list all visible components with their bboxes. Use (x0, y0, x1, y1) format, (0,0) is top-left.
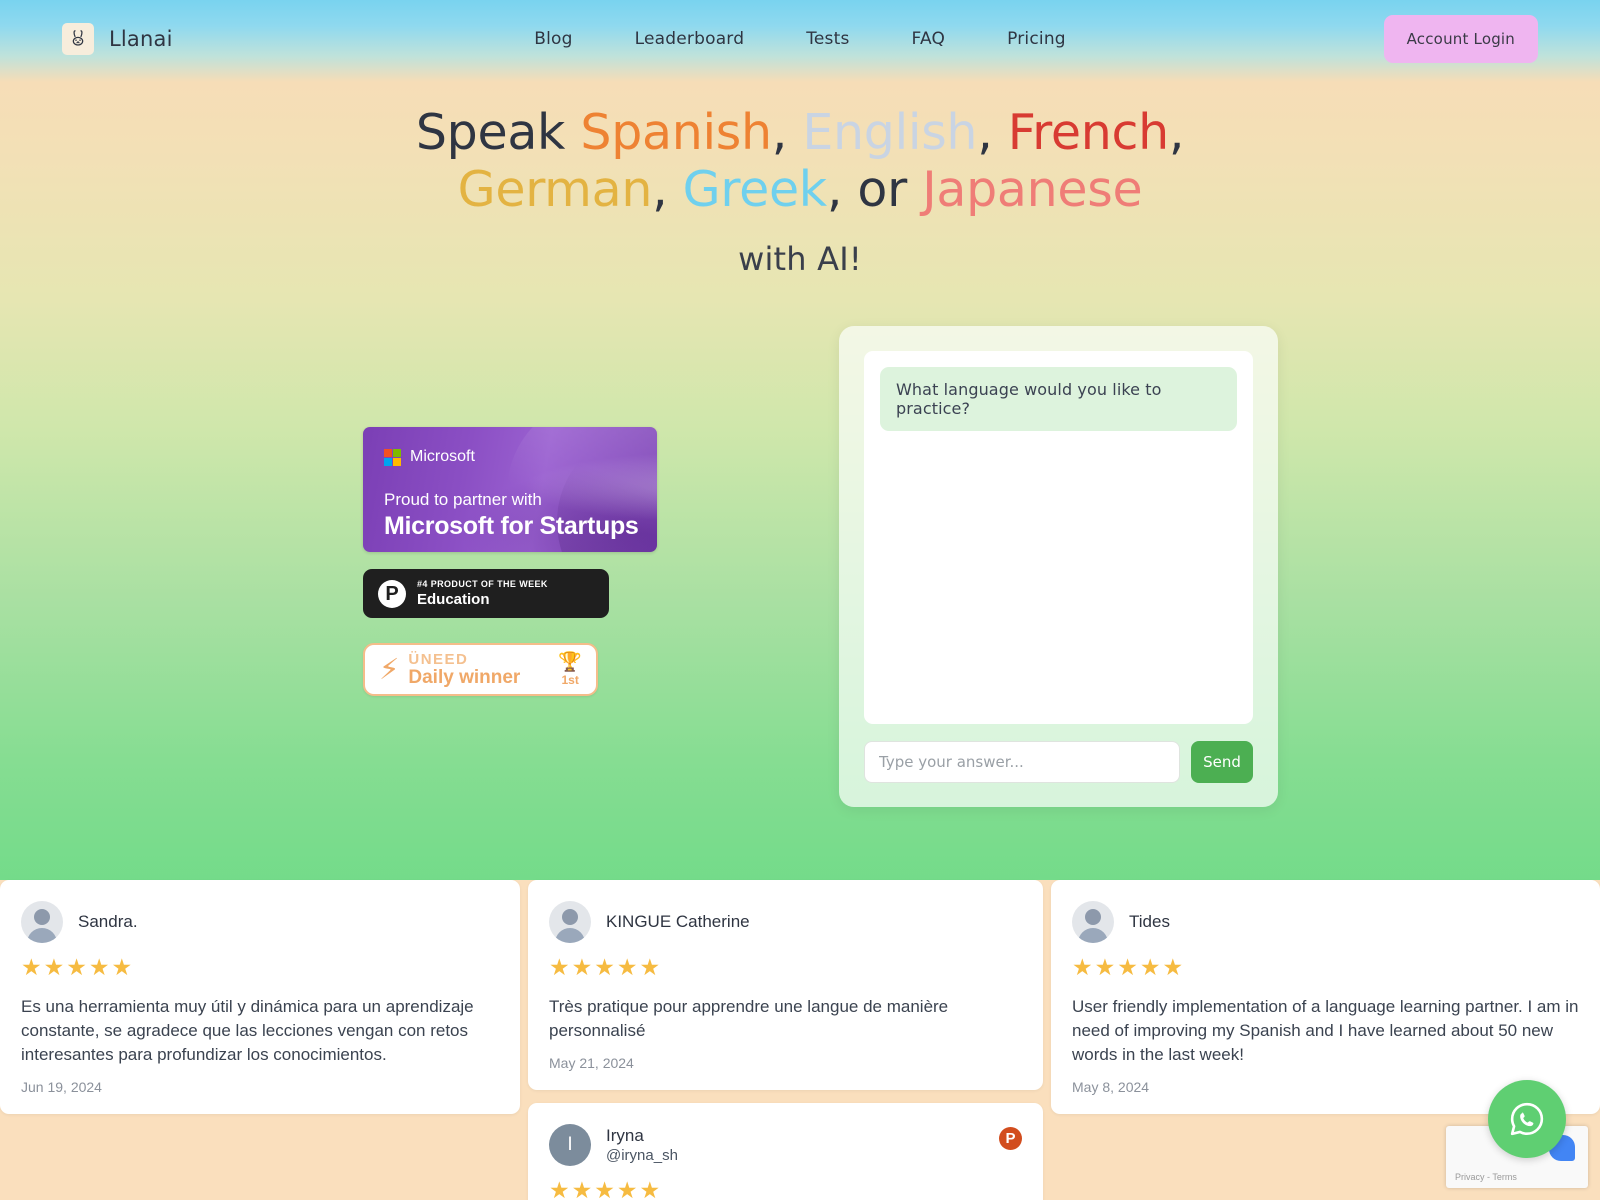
testimonial-date: May 21, 2024 (549, 1055, 634, 1071)
headline-line-1: Speak Spanish, English, French, (415, 104, 1185, 161)
default-avatar-icon (21, 901, 63, 943)
top-navbar: Llanai Blog Leaderboard Tests FAQ Pricin… (0, 0, 1600, 78)
nav-link-faq[interactable]: FAQ (912, 29, 946, 49)
nav-links: Blog Leaderboard Tests FAQ Pricing (534, 29, 1066, 49)
uneed-rank: 1st (561, 672, 579, 687)
testimonial-header: Sandra. (21, 901, 499, 943)
product-hunt-texts: #4 PRODUCT OF THE WEEK Education (417, 579, 548, 608)
brand-logo-link[interactable]: Llanai (62, 23, 173, 55)
chat-input-row: Send (864, 741, 1253, 783)
product-hunt-badge[interactable]: P #4 PRODUCT OF THE WEEK Education (363, 569, 609, 618)
headline-lang-french: French (1007, 104, 1169, 161)
uneed-wordmark: ÜNEED (408, 650, 469, 668)
default-avatar-icon (1072, 901, 1114, 943)
headline-connector: or (842, 161, 923, 218)
testimonial-body: Très pratique pour apprendre une langue … (549, 997, 949, 1040)
microsoft-tagline: Proud to partner with (384, 490, 542, 509)
chat-message-log: What language would you like to practice… (864, 351, 1253, 724)
microsoft-logo-icon (384, 448, 401, 466)
product-hunt-category: Education (417, 591, 490, 608)
star-rating: ★★★★★ (21, 955, 135, 981)
headline-lang-greek: Greek (682, 161, 828, 218)
testimonial-card: Tides ★★★★★ User friendly implementation… (1051, 880, 1600, 1114)
microsoft-title: Microsoft for Startups (384, 512, 639, 540)
default-avatar-icon (549, 901, 591, 943)
testimonial-card: KINGUE Catherine ★★★★★ Très pratique pou… (528, 880, 1043, 1090)
microsoft-wordmark-row: Microsoft (384, 448, 475, 466)
testimonial-header: I Iryna @iryna_sh (549, 1124, 1022, 1166)
testimonial-header: Tides (1072, 901, 1579, 943)
headline-comma-2: , (977, 104, 1008, 161)
trophy-icon: 🏆 (558, 650, 582, 673)
testimonials-section: Sandra. ★★★★★ Es una herramienta muy úti… (0, 880, 1600, 1200)
testimonial-author: KINGUE Catherine (606, 912, 750, 931)
page-title: Speak Spanish, English, French, German, … (0, 104, 1600, 218)
star-rating: ★★★★★ (1072, 955, 1186, 981)
chat-send-button[interactable]: Send (1191, 741, 1253, 783)
microsoft-for-startups-badge[interactable]: Microsoft Proud to partner with Microsof… (363, 427, 657, 552)
uneed-title: Daily winner (408, 666, 521, 688)
headline-comma-1: , (771, 104, 803, 161)
uneed-texts: ÜNEED Daily winner (408, 651, 558, 689)
testimonial-card: P I Iryna @iryna_sh ★★★★★ Having an AI l… (528, 1103, 1043, 1200)
testimonial-date: Jun 19, 2024 (21, 1079, 102, 1095)
testimonial-handle: @iryna_sh (606, 1147, 678, 1164)
page-root: Llanai Blog Leaderboard Tests FAQ Pricin… (0, 0, 1600, 1200)
account-login-button[interactable]: Account Login (1383, 15, 1538, 63)
nav-link-leaderboard[interactable]: Leaderboard (635, 29, 745, 49)
uneed-rank-block: 🏆 1st (558, 650, 582, 687)
whatsapp-icon (1510, 1102, 1544, 1136)
testimonial-author: Iryna (606, 1126, 644, 1145)
microsoft-wordmark: Microsoft (410, 448, 475, 465)
headline-lang-spanish: Spanish (580, 104, 772, 161)
page-subtitle: with AI! (738, 240, 862, 278)
product-hunt-eyebrow: #4 PRODUCT OF THE WEEK (417, 579, 548, 589)
headline-lang-english: English (802, 104, 978, 161)
avatar: I (549, 1124, 591, 1166)
testimonial-author: Sandra. (78, 912, 138, 931)
chat-widget: What language would you like to practice… (839, 326, 1278, 807)
recaptcha-privacy-terms[interactable]: Privacy - Terms (1455, 1172, 1517, 1182)
headline-comma-3: , (652, 161, 683, 218)
star-rating: ★★★★★ (549, 955, 663, 981)
whatsapp-chat-button[interactable] (1488, 1080, 1566, 1158)
testimonial-card: Sandra. ★★★★★ Es una herramienta muy úti… (0, 880, 520, 1114)
testimonial-author: Tides (1129, 912, 1170, 931)
nav-link-pricing[interactable]: Pricing (1007, 29, 1066, 49)
headline-line-2: German, Greek, or Japanese (457, 161, 1143, 218)
uneed-daily-winner-badge[interactable]: ⚡ ÜNEED Daily winner 🏆 1st (363, 643, 598, 696)
rabbit-logo-icon (62, 23, 94, 55)
headline-speak-word: Speak (415, 104, 581, 161)
testimonial-identity: Iryna @iryna_sh (606, 1126, 678, 1164)
chat-answer-input[interactable] (864, 741, 1180, 783)
headline-lang-german: German (457, 161, 653, 218)
testimonials-column-1: Sandra. ★★★★★ Es una herramienta muy úti… (0, 880, 520, 1127)
brand-name: Llanai (109, 27, 173, 51)
testimonial-header: KINGUE Catherine (549, 901, 1022, 943)
nav-link-blog[interactable]: Blog (534, 29, 572, 49)
nav-link-tests[interactable]: Tests (806, 29, 849, 49)
testimonial-body: User friendly implementation of a langua… (1072, 997, 1579, 1064)
star-rating: ★★★★★ (549, 1178, 663, 1200)
partner-badges: Microsoft Proud to partner with Microsof… (363, 427, 663, 696)
testimonials-column-2: KINGUE Catherine ★★★★★ Très pratique pou… (528, 880, 1043, 1200)
chat-bot-message: What language would you like to practice… (880, 367, 1237, 431)
product-hunt-source-badge: P (999, 1127, 1022, 1150)
product-hunt-icon: P (378, 579, 406, 608)
headline-lang-japanese: Japanese (922, 161, 1143, 218)
testimonial-body: Es una herramienta muy útil y dinámica p… (21, 997, 474, 1064)
lightning-bolt-icon: ⚡ (379, 652, 400, 686)
